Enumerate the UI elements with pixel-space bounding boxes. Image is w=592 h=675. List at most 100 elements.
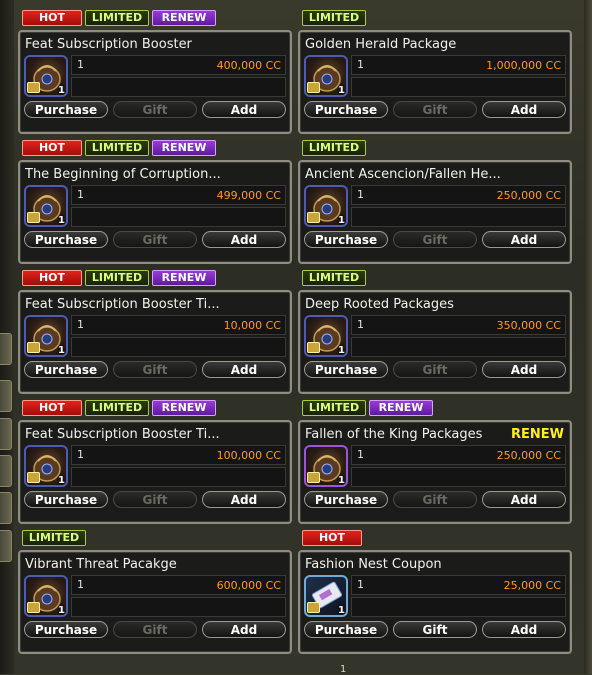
gift-button: Gift — [113, 491, 197, 508]
item-bag-icon[interactable]: 1 — [24, 55, 68, 97]
item-bag-icon[interactable]: 1 — [304, 185, 348, 227]
product-card: LIMITED RENEW Fallen of the King Packages R… — [298, 400, 572, 524]
limited-tag: LIMITED — [302, 10, 366, 26]
limited-tag: LIMITED — [22, 530, 86, 546]
item-bag-icon[interactable]: 1 — [304, 55, 348, 97]
item-price: 1,000,000 CC — [486, 59, 561, 72]
gift-button[interactable]: Gift — [393, 621, 477, 638]
info-row: 1 350,000 CC — [351, 315, 566, 335]
item-price: 350,000 CC — [496, 319, 561, 332]
product-panel: Feat Subscription Booster Ti... 1 1 10,000 … — [18, 290, 292, 394]
item-quantity: 1 — [58, 215, 65, 226]
renew-tag: RENEW — [152, 400, 216, 416]
purchase-button[interactable]: Purchase — [304, 231, 388, 248]
product-card: LIMITED Golden Herald Package 1 1 1,000,000 … — [298, 10, 572, 134]
purchase-button[interactable]: Purchase — [24, 491, 108, 508]
product-card: LIMITED Deep Rooted Packages 1 1 350,000 CC P… — [298, 270, 572, 394]
limited-tag: LIMITED — [302, 270, 366, 286]
gift-button: Gift — [113, 361, 197, 378]
item-count: 1 — [77, 188, 84, 201]
side-tab[interactable] — [0, 380, 12, 412]
product-panel: Ancient Ascencion/Fallen He... 1 1 250,000 … — [298, 160, 572, 264]
item-count: 1 — [77, 578, 84, 591]
limited-tag: LIMITED — [302, 400, 366, 416]
info-row-empty — [351, 337, 566, 357]
side-tab[interactable] — [0, 492, 12, 524]
tag-row: HOT LIMITED RENEW — [22, 140, 216, 156]
renew-label: RENEW — [511, 427, 564, 442]
side-tab[interactable] — [0, 333, 12, 365]
renew-tag: RENEW — [152, 140, 216, 156]
info-row: 1 400,000 CC — [71, 55, 286, 75]
product-card: HOT LIMITED RENEW Feat Subscription Booster… — [18, 10, 292, 134]
limited-tag: LIMITED — [302, 140, 366, 156]
gift-button: Gift — [113, 231, 197, 248]
item-price: 25,000 CC — [503, 579, 561, 592]
item-price: 499,000 CC — [216, 189, 281, 202]
item-quantity: 1 — [58, 475, 65, 486]
add-button[interactable]: Add — [202, 621, 286, 638]
purchase-button[interactable]: Purchase — [24, 621, 108, 638]
gift-button: Gift — [393, 361, 477, 378]
item-price: 250,000 CC — [496, 449, 561, 462]
add-button[interactable]: Add — [482, 491, 566, 508]
info-row: 1 250,000 CC — [351, 445, 566, 465]
item-bag-icon[interactable]: 1 — [24, 185, 68, 227]
info-row-empty — [351, 597, 566, 617]
product-panel: The Beginning of Corruption... 1 1 499,000 … — [18, 160, 292, 264]
add-button[interactable]: Add — [202, 101, 286, 118]
info-row-empty — [351, 207, 566, 227]
coupon-icon[interactable]: 1 — [304, 575, 348, 617]
product-panel: Feat Subscription Booster 1 1 400,000 CC Pur… — [18, 30, 292, 134]
tag-row: LIMITED — [302, 10, 366, 26]
gift-button: Gift — [393, 231, 477, 248]
item-count: 1 — [77, 58, 84, 71]
purchase-button[interactable]: Purchase — [24, 231, 108, 248]
add-button[interactable]: Add — [482, 361, 566, 378]
item-bag-icon[interactable]: 1 — [24, 445, 68, 487]
add-button[interactable]: Add — [482, 101, 566, 118]
item-price: 250,000 CC — [496, 189, 561, 202]
side-tab[interactable] — [0, 530, 12, 562]
item-price: 400,000 CC — [216, 59, 281, 72]
gift-badge-icon — [27, 212, 40, 223]
add-button[interactable]: Add — [482, 621, 566, 638]
purchase-button[interactable]: Purchase — [24, 101, 108, 118]
item-price: 100,000 CC — [216, 449, 281, 462]
add-button[interactable]: Add — [202, 361, 286, 378]
right-edge — [584, 0, 592, 674]
side-tab[interactable] — [0, 418, 12, 450]
gift-badge-icon — [27, 472, 40, 483]
product-card: HOT LIMITED RENEW The Beginning of Corrupti… — [18, 140, 292, 264]
product-card: LIMITED Ancient Ascencion/Fallen He... 1 1 2… — [298, 140, 572, 264]
gift-badge-icon — [307, 602, 320, 613]
item-bag-icon[interactable]: 1 — [304, 445, 348, 487]
page-number: 1 — [340, 664, 347, 675]
product-title: Fashion Nest Coupon — [305, 557, 442, 572]
info-row-empty — [71, 77, 286, 97]
gift-badge-icon — [307, 82, 320, 93]
purchase-button[interactable]: Purchase — [304, 621, 388, 638]
product-title: Deep Rooted Packages — [305, 297, 454, 312]
item-bag-icon[interactable]: 1 — [24, 575, 68, 617]
item-quantity: 1 — [338, 345, 345, 356]
hot-tag: HOT — [22, 400, 82, 416]
info-row: 1 499,000 CC — [71, 185, 286, 205]
purchase-button[interactable]: Purchase — [304, 361, 388, 378]
gift-badge-icon — [307, 212, 320, 223]
product-panel: Golden Herald Package 1 1 1,000,000 CC Purch… — [298, 30, 572, 134]
item-count: 1 — [357, 318, 364, 331]
limited-tag: LIMITED — [85, 140, 149, 156]
item-bag-icon[interactable]: 1 — [24, 315, 68, 357]
renew-tag: RENEW — [152, 270, 216, 286]
add-button[interactable]: Add — [202, 231, 286, 248]
product-panel: Feat Subscription Booster Ti... 1 1 100,000… — [18, 420, 292, 524]
purchase-button[interactable]: Purchase — [24, 361, 108, 378]
info-row-empty — [351, 467, 566, 487]
item-bag-icon[interactable]: 1 — [304, 315, 348, 357]
add-button[interactable]: Add — [202, 491, 286, 508]
purchase-button[interactable]: Purchase — [304, 101, 388, 118]
purchase-button[interactable]: Purchase — [304, 491, 388, 508]
side-tab[interactable] — [0, 455, 12, 487]
add-button[interactable]: Add — [482, 231, 566, 248]
